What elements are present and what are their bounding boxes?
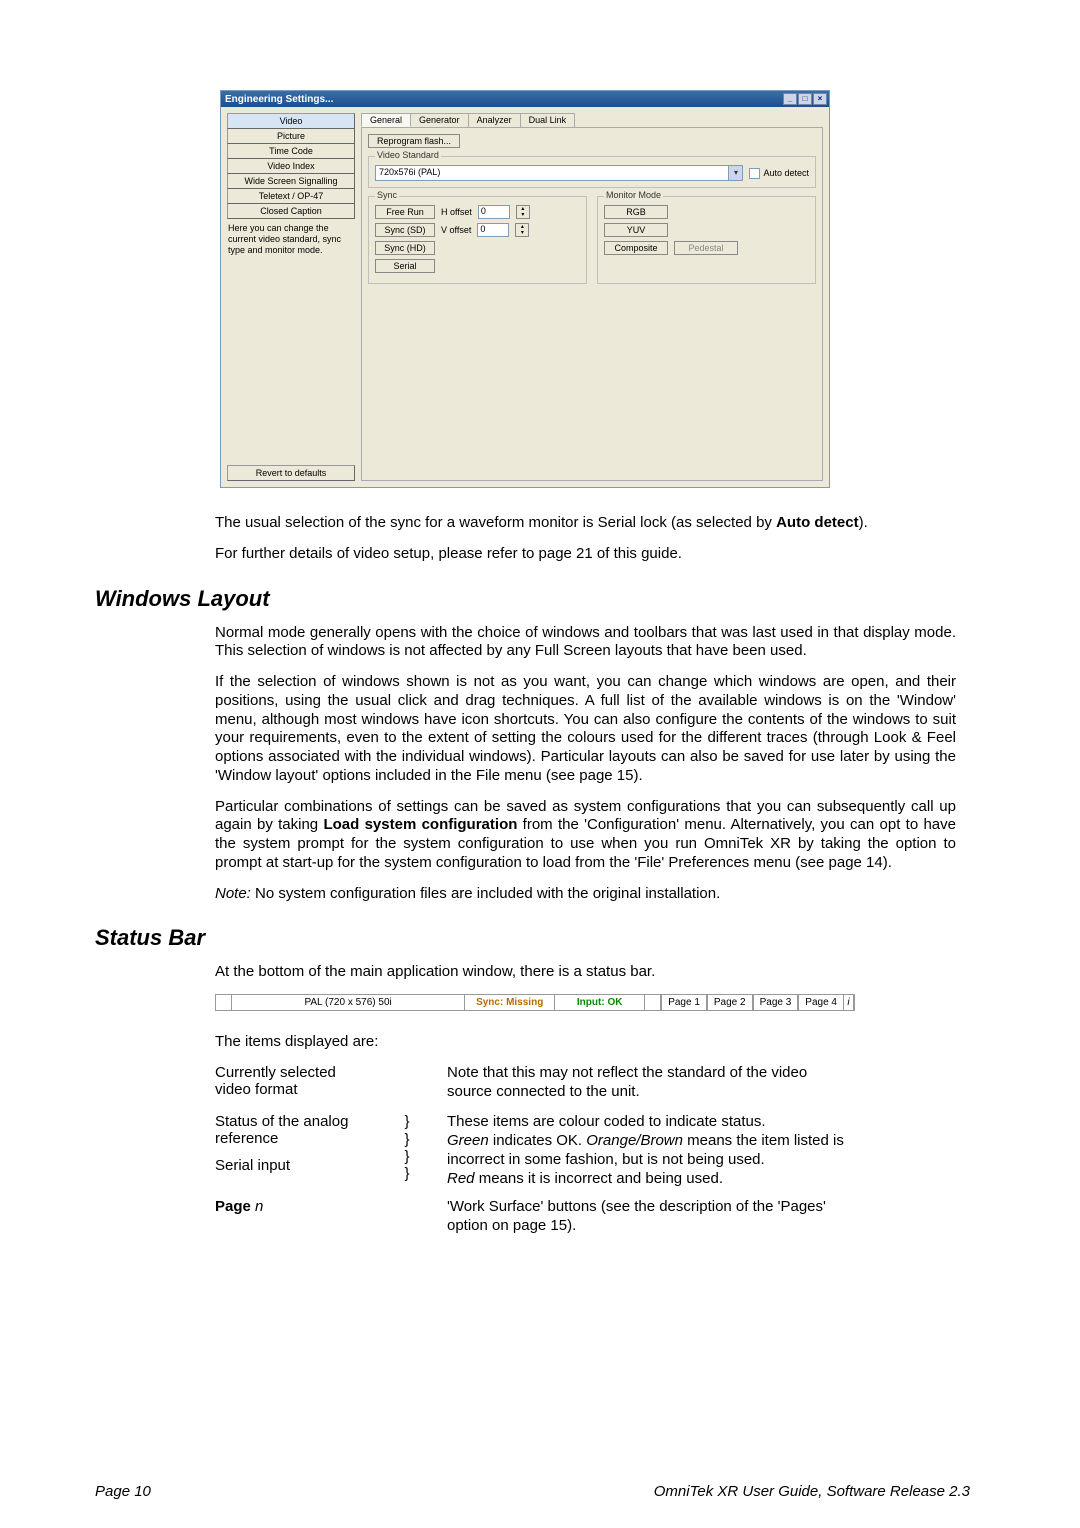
tab-generator[interactable]: Generator <box>410 113 469 127</box>
sb-page-3[interactable]: Page 3 <box>753 995 799 1010</box>
sb-page-1[interactable]: Page 1 <box>661 995 707 1010</box>
h-offset-label: H offset <box>441 207 472 217</box>
sb-page-4[interactable]: Page 4 <box>798 995 844 1010</box>
close-icon[interactable]: × <box>813 93 827 105</box>
windows-layout-p2: If the selection of windows shown is not… <box>215 673 956 786</box>
windows-layout-heading: Windows Layout <box>95 586 970 612</box>
sync-sd-button[interactable]: Sync (SD) <box>375 223 435 237</box>
v-offset-input[interactable]: 0 <box>477 223 509 237</box>
status-bar-heading: Status Bar <box>95 925 970 951</box>
sb-indicator <box>216 995 232 1010</box>
sync-group: Sync Free Run H offset 0 ▴▾ Sync (SD) V … <box>368 196 587 284</box>
item-label-page-n: n <box>255 1198 263 1215</box>
sb-overflow-icon[interactable]: i <box>844 995 854 1010</box>
footer-doc-title: OmniTek XR User Guide, Software Release … <box>654 1483 970 1500</box>
mon-composite-button[interactable]: Composite <box>604 241 668 255</box>
mon-yuv-button[interactable]: YUV <box>604 223 668 237</box>
h-offset-stepper[interactable]: ▴▾ <box>516 205 530 219</box>
sb-sync-status: Sync: Missing <box>465 995 555 1010</box>
item-label-analog: Status of the analog reference <box>215 1113 367 1147</box>
sb-spacer <box>645 995 661 1010</box>
sb-format: PAL (720 x 576) 50i <box>232 995 465 1010</box>
monitor-mode-label: Monitor Mode <box>604 190 663 200</box>
tab-general[interactable]: General <box>361 113 411 127</box>
item-label-page-bold: Page <box>215 1198 255 1215</box>
sidebar-item-wss[interactable]: Wide Screen Signalling <box>227 174 355 189</box>
sidebar-item-cc[interactable]: Closed Caption <box>227 204 355 219</box>
load-config-bold: Load system configuration <box>323 816 517 833</box>
auto-detect-bold: Auto detect <box>776 514 859 531</box>
sidebar-item-teletext[interactable]: Teletext / OP-47 <box>227 189 355 204</box>
mon-pedestal-button[interactable]: Pedestal <box>674 241 738 255</box>
auto-detect-checkbox[interactable] <box>749 168 760 179</box>
minimize-icon[interactable]: _ <box>783 93 797 105</box>
sync-group-label: Sync <box>375 190 399 200</box>
sync-selection-text: The usual selection of the sync for a wa… <box>215 514 776 531</box>
revert-defaults-button[interactable]: Revert to defaults <box>227 465 355 481</box>
v-offset-stepper[interactable]: ▴▾ <box>515 223 529 237</box>
window-titlebar[interactable]: Engineering Settings... _ □ × <box>221 91 829 107</box>
mon-rgb-button[interactable]: RGB <box>604 205 668 219</box>
video-standard-label: Video Standard <box>375 150 441 160</box>
further-details-text: For further details of video setup, plea… <box>215 545 956 564</box>
sync-hd-button[interactable]: Sync (HD) <box>375 241 435 255</box>
note-label: Note: <box>215 885 251 902</box>
item-label-format: Currently selected video format <box>215 1064 367 1102</box>
items-intro: The items displayed are: <box>215 1033 956 1052</box>
chevron-down-icon[interactable]: ▾ <box>728 166 742 180</box>
sb-page-2[interactable]: Page 2 <box>707 995 753 1010</box>
item-desc-page: 'Work Surface' buttons (see the descript… <box>447 1198 855 1236</box>
item-desc-status: These items are colour coded to indicate… <box>447 1113 855 1188</box>
tab-duallink[interactable]: Dual Link <box>520 113 576 127</box>
item-desc-format: Note that this may not reflect the stand… <box>447 1064 855 1102</box>
sidebar-hint: Here you can change the current video st… <box>227 219 355 255</box>
status-bar: PAL (720 x 576) 50i Sync: Missing Input:… <box>215 994 855 1011</box>
engineering-settings-window: Engineering Settings... _ □ × Video Pict… <box>220 90 830 488</box>
v-offset-label: V offset <box>441 225 471 235</box>
window-title: Engineering Settings... <box>225 94 333 105</box>
item-row-status-block: Status of the analog reference Serial in… <box>215 1113 855 1188</box>
video-standard-value: 720x576i (PAL) <box>376 166 728 180</box>
item-row-page: Page n 'Work Surface' buttons (see the d… <box>215 1198 855 1236</box>
reprogram-flash-button[interactable]: Reprogram flash... <box>368 134 460 148</box>
note-text: No system configuration files are includ… <box>251 885 720 902</box>
sidebar-item-picture[interactable]: Picture <box>227 129 355 144</box>
sync-freerun-button[interactable]: Free Run <box>375 205 435 219</box>
h-offset-input[interactable]: 0 <box>478 205 510 219</box>
tab-analyzer[interactable]: Analyzer <box>468 113 521 127</box>
body-text-block-1: The usual selection of the sync for a wa… <box>215 514 956 564</box>
sb-input-status: Input: OK <box>555 995 645 1010</box>
auto-detect-label: Auto detect <box>763 168 809 178</box>
status-intro-text: At the bottom of the main application wi… <box>215 963 956 982</box>
video-standard-select[interactable]: 720x576i (PAL) ▾ <box>375 165 743 181</box>
sync-serial-button[interactable]: Serial <box>375 259 435 273</box>
monitor-mode-group: Monitor Mode RGB YUV Composite Pedestal <box>597 196 816 284</box>
item-row-format: Currently selected video format Note tha… <box>215 1064 855 1102</box>
page-footer: Page 10 OmniTek XR User Guide, Software … <box>95 1483 970 1500</box>
video-standard-group: Video Standard 720x576i (PAL) ▾ Auto det… <box>368 156 816 188</box>
footer-page-number: Page 10 <box>95 1483 151 1500</box>
maximize-icon[interactable]: □ <box>798 93 812 105</box>
windows-layout-p1: Normal mode generally opens with the cho… <box>215 624 956 662</box>
sidebar-item-video-index[interactable]: Video Index <box>227 159 355 174</box>
sidebar-item-timecode[interactable]: Time Code <box>227 144 355 159</box>
sidebar-item-video[interactable]: Video <box>227 113 355 129</box>
item-label-serial: Serial input <box>215 1157 367 1174</box>
sidebar-nav: Video Picture Time Code Video Index Wide… <box>227 113 355 481</box>
